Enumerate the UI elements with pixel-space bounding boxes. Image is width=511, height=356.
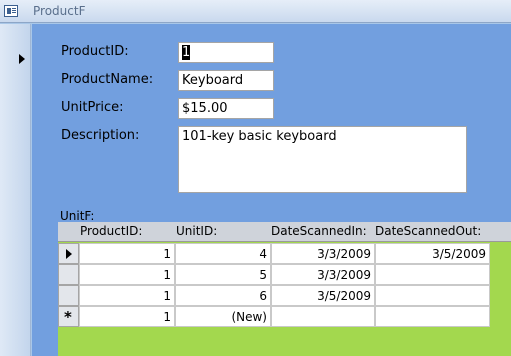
- col-product-id[interactable]: ProductID:: [80, 224, 142, 238]
- cell-product-id[interactable]: 1: [79, 264, 175, 285]
- new-record-icon: *: [64, 308, 72, 326]
- product-name-field[interactable]: Keyboard: [178, 70, 274, 91]
- product-id-field[interactable]: 1: [178, 42, 274, 63]
- cell-date-out[interactable]: 3/5/2009: [375, 243, 490, 264]
- cell-product-id[interactable]: 1: [79, 306, 175, 327]
- cell-date-in[interactable]: [271, 306, 375, 327]
- cell-unit-id[interactable]: 5: [175, 264, 271, 285]
- col-date-scanned-in[interactable]: DateScannedIn:: [271, 224, 367, 238]
- cell-product-id[interactable]: 1: [79, 243, 175, 264]
- product-id-value: 1: [182, 45, 191, 60]
- row-selector[interactable]: [58, 243, 79, 264]
- cell-date-in[interactable]: 3/3/2009: [271, 243, 375, 264]
- cell-date-out[interactable]: [375, 264, 490, 285]
- cell-unit-id[interactable]: 4: [175, 243, 271, 264]
- cell-date-out[interactable]: [375, 285, 490, 306]
- record-selector[interactable]: [0, 24, 31, 356]
- grid-header: ProductID: UnitID: DateScannedIn: DateSc…: [58, 222, 511, 242]
- row-selector[interactable]: [58, 264, 79, 285]
- cell-date-in[interactable]: 3/5/2009: [271, 285, 375, 306]
- cell-unit-id[interactable]: 6: [175, 285, 271, 306]
- product-name-label: ProductName:: [61, 72, 154, 87]
- unit-price-label: UnitPrice:: [61, 100, 124, 115]
- description-field[interactable]: 101-key basic keyboard: [178, 126, 467, 193]
- cell-date-in[interactable]: 3/3/2009: [271, 264, 375, 285]
- current-record-arrow-icon: [19, 54, 25, 64]
- col-date-scanned-out[interactable]: DateScannedOut:: [375, 224, 481, 238]
- cell-unit-id[interactable]: (New): [175, 306, 271, 327]
- current-row-arrow-icon: [66, 249, 72, 259]
- description-label: Description:: [61, 128, 140, 143]
- unit-price-field[interactable]: $15.00: [178, 98, 274, 119]
- cell-date-out[interactable]: [375, 306, 490, 327]
- window-title: ProductF: [33, 4, 86, 18]
- product-id-label: ProductID:: [61, 44, 129, 59]
- unit-subform: ProductID: UnitID: DateScannedIn: DateSc…: [58, 222, 511, 356]
- form-icon: [4, 5, 18, 17]
- cell-product-id[interactable]: 1: [79, 285, 175, 306]
- row-selector[interactable]: *: [58, 306, 79, 327]
- col-unit-id[interactable]: UnitID:: [176, 224, 217, 238]
- subform-label: UnitF:: [60, 209, 95, 223]
- row-selector[interactable]: [58, 285, 79, 306]
- title-bar: ProductF: [0, 0, 511, 23]
